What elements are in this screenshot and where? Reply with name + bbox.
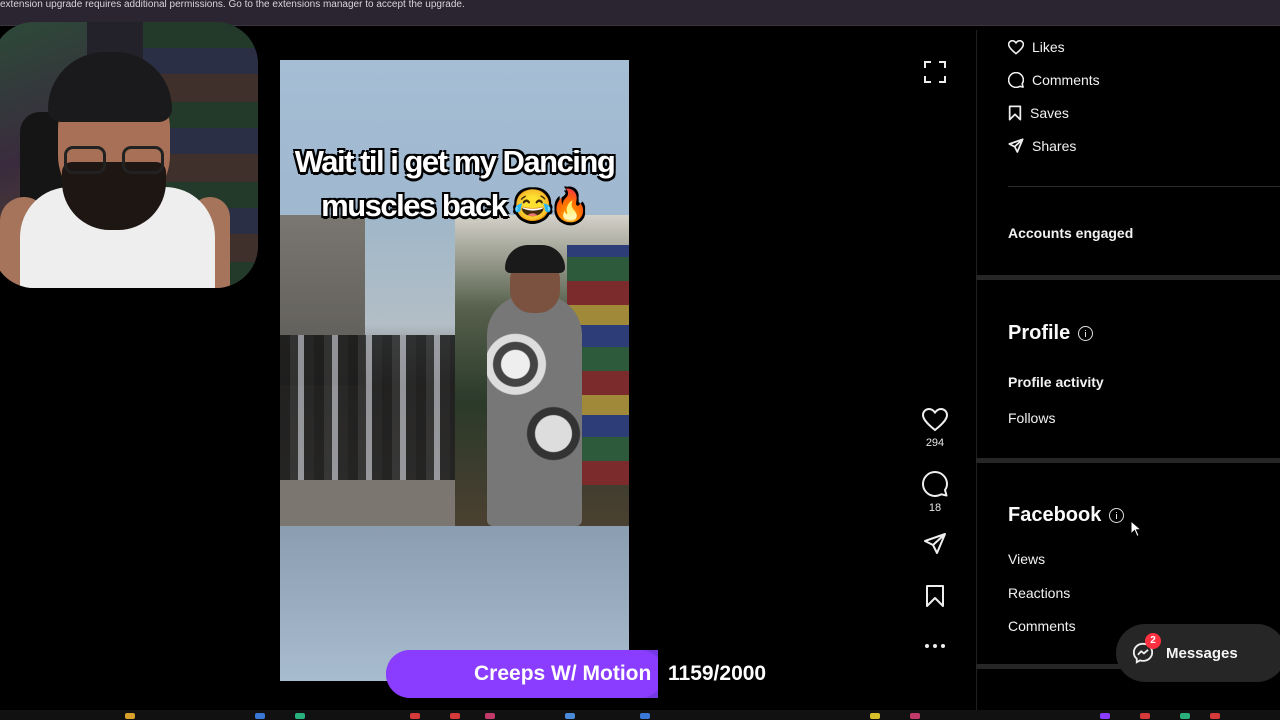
insight-likes[interactable]: Likes (1008, 39, 1065, 55)
section-divider (1008, 186, 1280, 187)
messages-button[interactable]: 2 Messages (1116, 624, 1280, 682)
bookmark-icon (1008, 105, 1022, 121)
more-icon (925, 644, 945, 648)
goal-progress-bar: Creeps W/ Motion 1159/2000 (386, 650, 796, 698)
mouse-cursor-icon (1130, 520, 1142, 538)
goal-progress-title: Creeps W/ Motion (474, 662, 652, 685)
send-icon (1008, 138, 1024, 153)
facebook-reactions-label: Reactions (1008, 585, 1071, 601)
insight-saves-label: Saves (1030, 105, 1069, 121)
facebook-comments-label: Comments (1008, 618, 1076, 634)
heart-icon (922, 408, 948, 432)
video-scene-crowd (280, 215, 455, 526)
profile-heading: Profile (1008, 322, 1094, 345)
comment-icon (922, 471, 948, 497)
info-icon[interactable] (1078, 326, 1094, 341)
insight-shares-label: Shares (1032, 138, 1077, 154)
send-icon (924, 533, 946, 554)
section-divider (976, 275, 1280, 280)
insight-likes-label: Likes (1032, 39, 1065, 55)
info-icon[interactable] (1109, 508, 1125, 523)
video-scene-dancer (455, 215, 629, 526)
webcam-overlay (0, 22, 258, 288)
bookmark-icon (926, 585, 944, 607)
messages-label: Messages (1166, 644, 1238, 662)
section-divider (976, 458, 1280, 463)
insight-comments[interactable]: Comments (1008, 72, 1100, 88)
fullscreen-icon (924, 61, 946, 83)
facebook-heading-text: Facebook (1008, 504, 1102, 526)
video-caption-line2: muscles back 😂🔥 (321, 188, 589, 223)
follows-label: Follows (1008, 410, 1056, 426)
share-button[interactable] (921, 530, 949, 558)
video-caption: Wait til i get my Dancing muscles back 😂… (280, 140, 629, 228)
comment-button[interactable] (921, 470, 949, 498)
comments-count: 18 (928, 502, 942, 514)
panel-divider (976, 30, 977, 720)
insight-comments-label: Comments (1032, 72, 1100, 88)
profile-activity-label: Profile activity (1008, 374, 1104, 390)
facebook-views-label: Views (1008, 551, 1046, 567)
taskbar (0, 710, 1280, 720)
insight-saves[interactable]: Saves (1008, 105, 1069, 121)
more-options-button[interactable] (921, 634, 949, 658)
goal-progress-count: 1159/2000 (668, 662, 767, 685)
accounts-engaged-label: Accounts engaged (1008, 225, 1134, 241)
like-button[interactable] (921, 406, 949, 434)
extension-banner-text: extension upgrade requires additional pe… (0, 0, 465, 10)
comment-icon (1008, 72, 1024, 88)
heart-icon (1008, 39, 1024, 55)
facebook-heading: Facebook (1008, 504, 1125, 527)
insight-shares[interactable]: Shares (1008, 138, 1076, 154)
video-caption-line1: Wait til i get my Dancing (294, 144, 616, 179)
profile-heading-text: Profile (1008, 322, 1071, 344)
fullscreen-button[interactable] (921, 58, 949, 86)
messages-badge: 2 (1145, 633, 1161, 649)
likes-count: 294 (925, 437, 945, 449)
reel-video[interactable]: Wait til i get my Dancing muscles back 😂… (280, 60, 629, 681)
save-button[interactable] (921, 582, 949, 610)
